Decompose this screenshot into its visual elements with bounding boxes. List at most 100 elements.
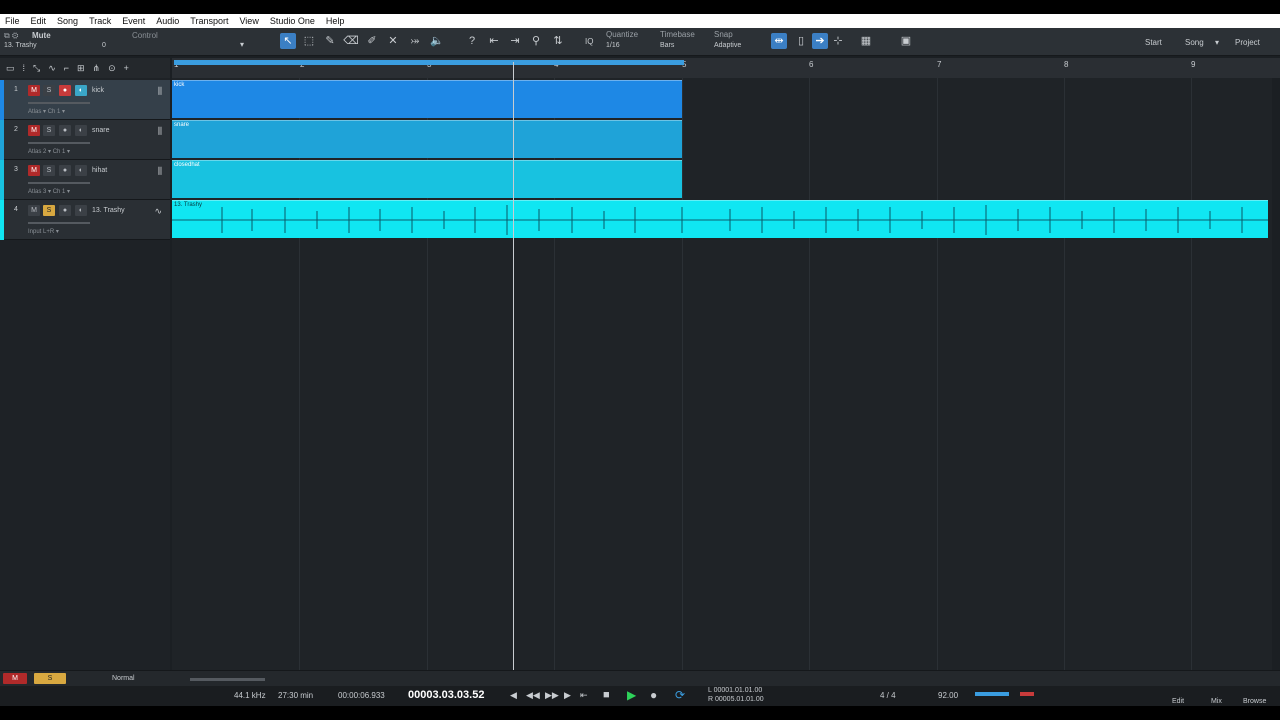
midi-clip-kick[interactable]: kick bbox=[172, 80, 682, 118]
solo-button[interactable]: S bbox=[43, 205, 55, 216]
solo-button[interactable]: S bbox=[43, 165, 55, 176]
track-name[interactable]: kick bbox=[92, 87, 104, 94]
project-page-tab[interactable]: Project bbox=[1235, 38, 1260, 47]
track-name[interactable]: 13. Trashy bbox=[92, 207, 125, 214]
menu-edit[interactable]: Edit bbox=[26, 16, 53, 26]
snap-toggle-icon[interactable]: ⇹ bbox=[771, 33, 787, 49]
left-locator[interactable]: L 00001.01.01.00 bbox=[708, 687, 762, 694]
pencil-tool-icon[interactable]: ✎ bbox=[322, 33, 338, 49]
position-display[interactable]: 00003.03.03.52 bbox=[408, 689, 484, 701]
mute-button[interactable]: M bbox=[28, 165, 40, 176]
menu-song[interactable]: Song bbox=[52, 16, 84, 26]
help-icon[interactable]: ? bbox=[464, 33, 480, 49]
horizontal-scrollbar[interactable] bbox=[190, 678, 265, 681]
tempo-display[interactable]: 92.00 bbox=[938, 691, 958, 700]
autoscroll-icon[interactable]: ▯ bbox=[793, 33, 809, 49]
time-signature[interactable]: 4 / 4 bbox=[880, 691, 896, 700]
solo-button[interactable]: S bbox=[43, 85, 55, 96]
instrument-icon[interactable]: ⫼ bbox=[158, 166, 162, 177]
monitor-button[interactable]: ◐ bbox=[75, 85, 87, 96]
solo-button[interactable]: S bbox=[43, 125, 55, 136]
volume-slider[interactable] bbox=[28, 142, 90, 144]
input-select[interactable]: Input L+R ▾ bbox=[28, 228, 59, 235]
song-page-tab[interactable]: Song bbox=[1185, 38, 1204, 47]
record-arm-button[interactable]: ● bbox=[59, 125, 71, 136]
monitor-button[interactable]: ◐ bbox=[75, 205, 87, 216]
track-row[interactable]: 1 M S ● ◐ kick ⫼ Atlas ▾ Ch 1 ▾ bbox=[0, 80, 170, 120]
track-row[interactable]: 4 M S ● ◐ 13. Trashy ∿ Input L+R ▾ bbox=[0, 200, 170, 240]
mute-button[interactable]: M bbox=[28, 205, 40, 216]
right-locator[interactable]: R 00005.01.01.00 bbox=[708, 696, 764, 703]
control-dropdown-icon[interactable]: ▾ bbox=[240, 40, 244, 49]
menu-studio-one[interactable]: Studio One bbox=[265, 16, 321, 26]
zoom-icon[interactable]: ⚲ bbox=[528, 33, 544, 49]
instrument-select[interactable]: Atlas 3 ▾ Ch 1 ▾ bbox=[28, 188, 70, 195]
loop-icon[interactable]: ⟳ bbox=[675, 688, 685, 702]
return-zero-icon[interactable]: ⇤ bbox=[580, 690, 588, 701]
forward-icon[interactable]: ▶▶ bbox=[545, 690, 559, 701]
menu-help[interactable]: Help bbox=[321, 16, 351, 26]
record-icon[interactable]: ● bbox=[650, 688, 657, 702]
nudge-left-icon[interactable]: ⇤ bbox=[486, 33, 502, 49]
menu-event[interactable]: Event bbox=[117, 16, 151, 26]
track-name[interactable]: snare bbox=[92, 127, 110, 134]
track-row[interactable]: 3 M S ● ◐ hihat ⫼ Atlas 3 ▾ Ch 1 ▾ bbox=[0, 160, 170, 200]
split-tool-icon[interactable]: ⤖ bbox=[407, 33, 423, 49]
rewind-icon[interactable]: ◀ bbox=[510, 690, 517, 701]
song-dropdown-icon[interactable]: ▾ bbox=[1215, 38, 1219, 47]
playhead-cursor[interactable] bbox=[513, 62, 514, 674]
volume-slider[interactable] bbox=[28, 182, 90, 184]
menu-transport[interactable]: Transport bbox=[185, 16, 234, 26]
track-tools-icons[interactable]: ▭⁞⤡∿⌐⊞⋔⊙+ bbox=[6, 63, 137, 74]
stop-icon[interactable]: ■ bbox=[603, 689, 610, 701]
record-arm-button[interactable]: ● bbox=[59, 85, 71, 96]
nudge-right-icon[interactable]: ⇥ bbox=[507, 33, 523, 49]
eraser-tool-icon[interactable]: ⌫ bbox=[343, 33, 359, 49]
listen-tool-icon[interactable]: 🔈 bbox=[429, 33, 445, 49]
global-solo-button[interactable]: S bbox=[34, 673, 66, 684]
arrow-tool-icon[interactable]: ↖ bbox=[280, 33, 296, 49]
mute-tool-icon[interactable]: ✕ bbox=[385, 33, 401, 49]
zoom-mode-label[interactable]: Normal bbox=[112, 675, 135, 682]
loop-range[interactable] bbox=[174, 60, 684, 65]
monitor-button[interactable]: ◐ bbox=[75, 125, 87, 136]
browse-view-button[interactable]: Browse bbox=[1243, 698, 1266, 705]
instrument-icon[interactable]: ⫼ bbox=[158, 86, 162, 97]
midi-clip-snare[interactable]: snare bbox=[172, 120, 682, 158]
inspector-icon[interactable]: ⧉ ⚙ bbox=[4, 31, 18, 41]
timebase-select[interactable]: Bars bbox=[660, 42, 674, 49]
arrangement-view[interactable]: kick snare closedhat 13. Trashy bbox=[172, 78, 1272, 670]
menu-audio[interactable]: Audio bbox=[151, 16, 185, 26]
range-tool-icon[interactable]: ⬚ bbox=[301, 33, 317, 49]
paint-tool-icon[interactable]: ✐ bbox=[364, 33, 380, 49]
mute-button[interactable]: M bbox=[28, 125, 40, 136]
marker-icon[interactable]: ⊹ bbox=[830, 33, 846, 49]
edit-view-button[interactable]: Edit bbox=[1172, 698, 1184, 705]
tape-icon[interactable]: ▣ bbox=[898, 33, 914, 49]
global-mute-button[interactable]: M bbox=[3, 673, 27, 684]
menu-track[interactable]: Track bbox=[84, 16, 117, 26]
quantize-select[interactable]: 1/16 bbox=[606, 42, 620, 49]
track-row[interactable]: 2 M S ● ◐ snare ⫼ Atlas 2 ▾ Ch 1 ▾ bbox=[0, 120, 170, 160]
record-arm-button[interactable]: ● bbox=[59, 205, 71, 216]
volume-slider[interactable] bbox=[28, 102, 90, 104]
snap-select[interactable]: Adaptive bbox=[714, 42, 741, 49]
volume-slider[interactable] bbox=[28, 222, 90, 224]
menu-file[interactable]: File bbox=[0, 16, 26, 26]
monitor-button[interactable]: ◐ bbox=[75, 165, 87, 176]
menu-view[interactable]: View bbox=[234, 16, 264, 26]
layout-icon[interactable]: ▦ bbox=[858, 33, 874, 49]
track-name[interactable]: hihat bbox=[92, 167, 107, 174]
play-icon[interactable]: ▶ bbox=[627, 688, 636, 702]
follow-icon[interactable]: ➔ bbox=[812, 33, 828, 49]
mix-view-button[interactable]: Mix bbox=[1211, 698, 1222, 705]
mute-button[interactable]: M bbox=[28, 85, 40, 96]
instrument-select[interactable]: Atlas ▾ Ch 1 ▾ bbox=[28, 108, 65, 115]
groove-icon[interactable]: ⇅ bbox=[550, 33, 566, 49]
instrument-icon[interactable]: ⫼ bbox=[158, 126, 162, 137]
audio-clip-trashy[interactable]: 13. Trashy bbox=[172, 200, 1268, 238]
iq-button[interactable]: IQ bbox=[585, 37, 593, 46]
skip-icon[interactable]: ▶ bbox=[564, 690, 571, 701]
start-page-tab[interactable]: Start bbox=[1145, 38, 1162, 47]
instrument-select[interactable]: Atlas 2 ▾ Ch 1 ▾ bbox=[28, 148, 70, 155]
